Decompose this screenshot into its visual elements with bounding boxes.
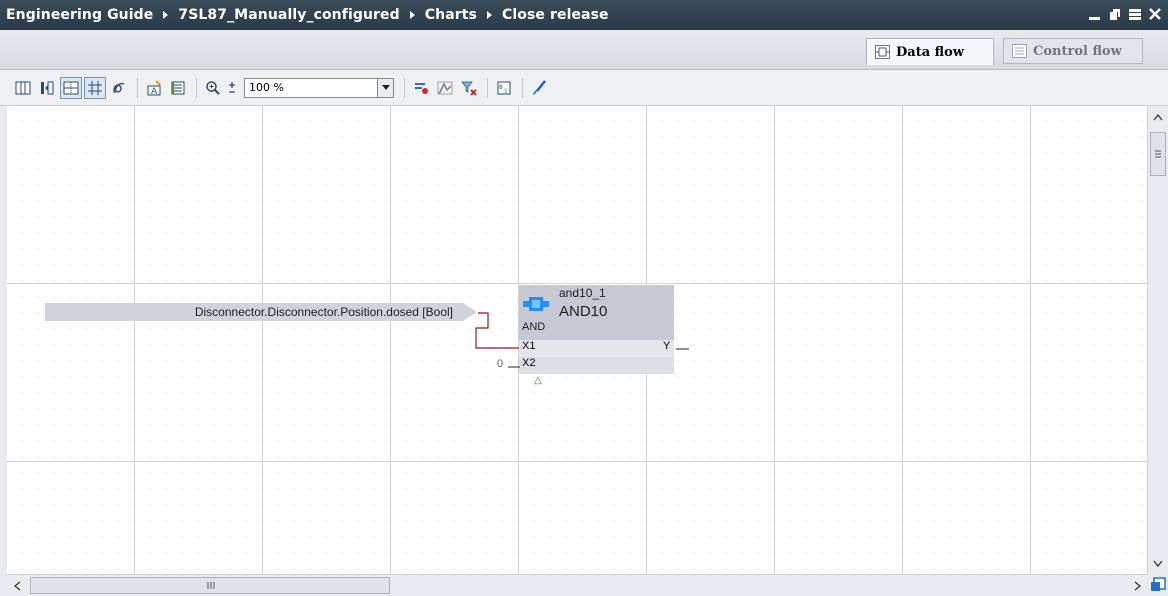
routing-icon[interactable] <box>108 77 130 99</box>
float-icon[interactable] <box>1128 6 1142 22</box>
toolbar-separator <box>487 77 488 98</box>
breadcrumb-device[interactable]: 7SL87_Manually_configured <box>178 7 399 23</box>
breadcrumb-separator-icon <box>486 11 492 19</box>
sequence-icon[interactable]: 81 <box>493 77 515 99</box>
function-block-icon <box>523 297 549 311</box>
horizontal-scrollbar[interactable] <box>7 574 1147 596</box>
signal-input[interactable]: Disconnector.Disconnector.Position.dosed… <box>45 303 463 321</box>
scroll-up-icon[interactable] <box>1150 109 1166 125</box>
block-type-name: AND10 <box>559 303 608 320</box>
overview-navigation-icon[interactable] <box>1147 574 1168 596</box>
breadcrumb-close-release[interactable]: Close release <box>502 7 609 23</box>
tab-control-flow[interactable]: Control flow <box>1003 38 1143 64</box>
tab-data-flow[interactable]: Data flow <box>866 38 994 65</box>
signal-label: Disconnector.Disconnector.Position.dosed… <box>194 305 453 319</box>
title-bar: Engineering Guide 7SL87_Manually_configu… <box>0 0 1168 30</box>
scroll-right-icon[interactable] <box>1129 578 1145 594</box>
grid-toggle-icon[interactable] <box>60 76 82 99</box>
zoom-select[interactable]: 100 % <box>244 77 394 98</box>
breadcrumb-engineering-guide[interactable]: Engineering Guide <box>6 7 153 23</box>
chevron-down-icon[interactable] <box>377 78 393 97</box>
zoom-options-icon[interactable] <box>226 77 238 99</box>
scroll-left-icon[interactable] <box>9 578 25 594</box>
breadcrumb-charts[interactable]: Charts <box>425 7 477 23</box>
breadcrumb-separator-icon <box>163 11 169 19</box>
close-icon[interactable] <box>1148 6 1162 22</box>
svg-text:8: 8 <box>499 84 503 91</box>
pin-stubs <box>508 348 689 368</box>
trace-icon[interactable] <box>410 77 432 99</box>
svg-text:1: 1 <box>504 88 508 95</box>
tab-data-flow-label: Data flow <box>896 44 964 60</box>
column-view-icon[interactable] <box>12 77 34 99</box>
toolbar-separator <box>137 77 138 98</box>
x2-constant-value[interactable]: 0 <box>497 358 503 370</box>
zoom-value: 100 % <box>249 81 284 94</box>
list-icon[interactable] <box>167 77 189 99</box>
split-view-icon[interactable] <box>36 77 58 99</box>
brush-icon[interactable] <box>528 77 550 99</box>
vertical-scroll-thumb[interactable] <box>1150 132 1166 176</box>
vertical-scrollbar[interactable] <box>1147 106 1168 574</box>
canvas-left-edge <box>0 106 7 596</box>
filter-clear-icon[interactable] <box>458 77 480 99</box>
block-kind: AND <box>522 321 546 333</box>
chart-view-icon[interactable] <box>434 77 456 99</box>
toolbar-separator <box>404 77 405 98</box>
data-flow-icon <box>875 45 890 59</box>
editor-toolbar: A 100 % 81 <box>0 70 1168 106</box>
view-tabs-bar: Data flow Control flow <box>0 30 1168 70</box>
minimize-icon[interactable] <box>1088 6 1102 22</box>
scroll-down-icon[interactable] <box>1150 555 1166 571</box>
restore-icon[interactable] <box>1108 6 1122 22</box>
toolbar-separator <box>522 77 523 98</box>
window-controls <box>1088 6 1162 22</box>
comment-icon[interactable]: A <box>143 77 165 99</box>
toolbar-separator <box>196 77 197 98</box>
expand-pins-icon[interactable]: △ <box>534 375 542 386</box>
horizontal-scroll-thumb[interactable] <box>30 577 390 594</box>
svg-text:A: A <box>151 87 158 96</box>
grid-lines-icon[interactable] <box>84 76 106 99</box>
breadcrumb-separator-icon <box>409 11 415 19</box>
tab-control-flow-label: Control flow <box>1033 43 1122 59</box>
control-flow-icon <box>1012 44 1027 58</box>
block-instance-name[interactable]: and10_1 <box>559 286 606 300</box>
zoom-in-icon[interactable] <box>202 77 224 99</box>
